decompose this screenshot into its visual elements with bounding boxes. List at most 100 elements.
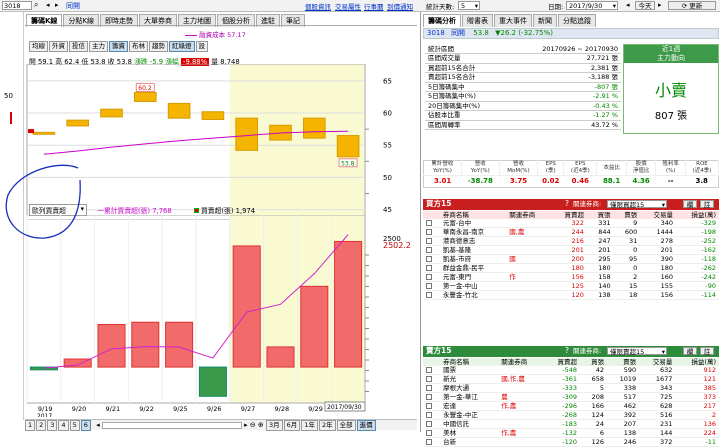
row-checkbox-cell[interactable] — [423, 255, 440, 264]
buy-col-button[interactable]: 欄 — [683, 200, 697, 209]
range-2y-button[interactable]: 2年 — [318, 420, 336, 431]
refresh-button[interactable]: ⟳ 更新 — [668, 1, 716, 10]
search-icon[interactable]: ⌕ — [34, 0, 38, 10]
scroll-right-icon[interactable]: ▸ — [244, 421, 248, 429]
row-checkbox-cell[interactable] — [423, 246, 440, 255]
table-row[interactable]: 永豐金-竹北 120 138 18 156 -114 — [423, 291, 719, 300]
row-checkbox[interactable] — [426, 394, 432, 401]
tool-trend-button[interactable]: 趨勢 — [149, 41, 168, 52]
row-checkbox-cell[interactable] — [423, 219, 440, 228]
row-checkbox-cell[interactable] — [423, 273, 440, 282]
row-checkbox-cell[interactable] — [423, 411, 440, 420]
row-checkbox-cell[interactable] — [423, 282, 440, 291]
table-row[interactable]: 華南永昌-南京 國,農 244 844 600 1444 -198 — [423, 228, 719, 237]
range-3m-button[interactable]: 3月 — [266, 420, 283, 431]
tool-main-button[interactable]: 主力 — [89, 41, 108, 52]
row-checkbox[interactable] — [426, 367, 432, 374]
tool-margin-button[interactable]: 籌資 — [109, 41, 128, 52]
buy-header-cell[interactable]: 買賣超 — [551, 211, 587, 219]
tab-major-events[interactable]: 重大事件 — [494, 14, 532, 27]
next-day-icon[interactable]: ▸ — [658, 1, 662, 9]
table-row[interactable]: 元富-台中 322 331 9 340 -329 — [423, 219, 719, 228]
stat-days-select[interactable]: 5 ▾ — [458, 1, 480, 10]
row-checkbox-cell[interactable] — [423, 264, 440, 273]
prev-stock-icon[interactable]: ◂ — [46, 1, 50, 9]
row-checkbox[interactable] — [426, 376, 432, 383]
sell-help-icon[interactable]: ? — [565, 346, 569, 356]
tool-bollinger-button[interactable]: 布林 — [129, 41, 148, 52]
table-row[interactable]: 第一金-華江 農 -309 208 517 725 373 — [423, 393, 719, 402]
row-checkbox-cell[interactable] — [423, 384, 440, 393]
page-6-button[interactable]: 6 — [80, 420, 91, 431]
page-5-button[interactable]: 5 — [69, 420, 80, 431]
row-checkbox[interactable] — [426, 283, 432, 290]
table-row[interactable]: 宏達 作,農 -296 166 462 628 217 — [423, 402, 719, 411]
tool-settings-button[interactable]: 設 — [195, 41, 208, 52]
row-checkbox-cell[interactable] — [423, 228, 440, 237]
row-checkbox-cell[interactable] — [423, 420, 440, 429]
page-4-button[interactable]: 4 — [58, 420, 69, 431]
row-checkbox-cell[interactable] — [423, 402, 440, 411]
sell-header-cell[interactable]: 損益(萬) — [675, 358, 719, 366]
tab-gift-list[interactable]: 贈書表 — [462, 14, 493, 27]
table-row[interactable]: 中國信託 -183 24 207 231 136 — [423, 420, 719, 429]
sell-header-cell[interactable]: 賣張 — [607, 358, 639, 366]
scroll-left-icon[interactable]: ◂ — [96, 421, 100, 429]
buy-help-icon[interactable]: ? — [565, 199, 569, 209]
table-row[interactable]: 摩根大通 -333 5 338 343 385 — [423, 384, 719, 393]
page-3-button[interactable]: 3 — [47, 420, 58, 431]
sell-note-button[interactable]: 註 — [700, 347, 714, 356]
link-stock-info[interactable]: 個股資訊 — [305, 1, 331, 11]
row-checkbox[interactable] — [426, 265, 432, 272]
row-checkbox[interactable] — [426, 292, 432, 299]
sell-header-cell[interactable]: 券商名稱 — [440, 358, 498, 366]
tool-ma-button[interactable]: 均線 — [29, 41, 48, 52]
buy-header-cell[interactable]: 關連券商 — [506, 211, 551, 219]
buy-header-cell[interactable]: 賣張 — [614, 211, 641, 219]
row-checkbox-cell[interactable] — [423, 429, 440, 438]
sell-header-cell[interactable]: 交易量 — [639, 358, 675, 366]
row-checkbox[interactable] — [426, 220, 432, 227]
tab-branch-track[interactable]: 分點追蹤 — [558, 14, 596, 27]
table-row[interactable]: 群益金鼎-民平 180 180 0 180 -262 — [423, 264, 719, 273]
tab-news[interactable]: 新聞 — [533, 14, 557, 27]
tool-foreign-button[interactable]: 外資 — [49, 41, 68, 52]
row-checkbox[interactable] — [426, 439, 432, 446]
row-checkbox[interactable] — [426, 421, 432, 428]
row-checkbox[interactable] — [426, 229, 432, 236]
sell-header-cell[interactable]: 買賣超 — [544, 358, 580, 366]
sell-header-cell[interactable]: 關連券商 — [498, 358, 544, 366]
next-stock-icon[interactable]: ▸ — [55, 1, 59, 9]
table-row[interactable]: 美林 作,農 -132 6 138 144 224 — [423, 429, 719, 438]
range-1y-button[interactable]: 1年 — [301, 420, 318, 431]
buy-header-cell[interactable]: 買張 — [587, 211, 614, 219]
row-checkbox-cell[interactable] — [423, 438, 440, 447]
today-button[interactable]: 今天 — [635, 1, 655, 10]
table-row[interactable]: 元富-東門 作 156 158 2 160 -242 — [423, 273, 719, 282]
buy-related-select[interactable]: 僅限買超15 ▾ — [607, 200, 667, 209]
row-checkbox-cell[interactable] — [423, 375, 440, 384]
sell-col-button[interactable]: 欄 — [683, 347, 697, 356]
chart-scrollbar[interactable] — [101, 421, 242, 429]
range-6m-button[interactable]: 6月 — [283, 420, 301, 431]
table-row[interactable]: 港商德意志 216 247 31 278 -252 — [423, 237, 719, 246]
row-checkbox[interactable] — [426, 412, 432, 419]
link-price-alert[interactable]: 到價通知 — [387, 1, 413, 11]
buy-header-cell[interactable]: 交易量 — [640, 211, 676, 219]
table-row[interactable]: 凱基-基隆 201 201 0 201 -162 — [423, 246, 719, 255]
page-1-button[interactable]: 1 — [25, 420, 36, 431]
table-row[interactable]: 第一金-中山 125 140 15 155 -90 — [423, 282, 719, 291]
row-checkbox[interactable] — [426, 403, 432, 410]
row-checkbox[interactable] — [426, 274, 432, 281]
row-checkbox[interactable] — [426, 247, 432, 254]
range-all-button[interactable]: 全部 — [336, 420, 356, 431]
date-input[interactable]: 2017/9/30 ▾ — [566, 1, 618, 10]
table-row[interactable]: 凱基-市府 國 200 295 95 390 -118 — [423, 255, 719, 264]
zoom-in-icon[interactable]: ⊕ — [258, 421, 264, 429]
buy-note-button[interactable]: 註 — [700, 200, 714, 209]
buy-header-cell[interactable]: 損益(萬) — [676, 211, 719, 219]
row-checkbox-cell[interactable] — [423, 366, 440, 375]
page-2-button[interactable]: 2 — [36, 420, 47, 431]
prev-day-icon[interactable]: ◂ — [626, 1, 630, 9]
row-checkbox[interactable] — [426, 238, 432, 245]
